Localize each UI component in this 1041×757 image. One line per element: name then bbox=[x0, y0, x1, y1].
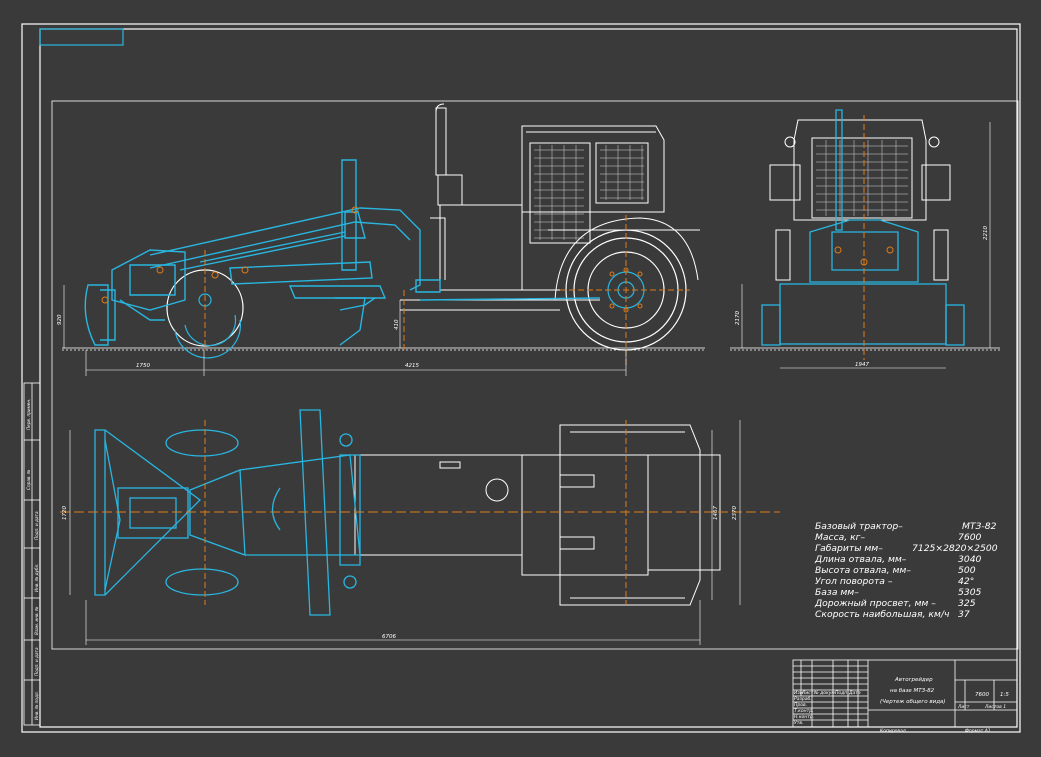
strip-text-4: Инв. № дубл. bbox=[34, 563, 39, 592]
dim-side-blade-height: 920 bbox=[57, 314, 63, 325]
tb-row-label: № докум. bbox=[813, 690, 836, 696]
tb-row-label: Пров. bbox=[794, 702, 807, 708]
spec-value: 42° bbox=[958, 576, 974, 587]
spec-label: База мм– bbox=[815, 587, 859, 598]
spec-table: Базовый трактор– МТЗ-82 Масса, кг– 7600 … bbox=[814, 521, 998, 620]
title-line-3: (Чертеж общего вида) bbox=[880, 699, 946, 705]
title-line-2: на базе МТЗ-82 bbox=[890, 688, 935, 694]
title-sheet-label: Лист bbox=[957, 704, 970, 710]
dim-plan-track: 1467 bbox=[713, 506, 719, 520]
spec-row: Дорожный просвет, мм – 325 bbox=[814, 598, 976, 609]
strip-text-3: Подп. и дата bbox=[34, 511, 39, 540]
strip-text-2: Справ. № bbox=[26, 469, 31, 490]
title-mass: 7600 bbox=[975, 692, 989, 698]
title-format-label: Формат А1 bbox=[965, 728, 991, 734]
title-line-1: Автогрейдер bbox=[894, 677, 933, 683]
spec-row: Масса, кг– 7600 bbox=[815, 532, 982, 543]
dim-side-main: 4215 bbox=[405, 363, 419, 369]
spec-label: Дорожный просвет, мм – bbox=[814, 598, 936, 609]
dim-front-height: 2170 bbox=[735, 311, 741, 325]
dim-plan-overall-width: 2370 bbox=[732, 506, 738, 520]
dim-front-total: 2210 bbox=[983, 226, 989, 240]
spec-value: 7600 bbox=[958, 532, 982, 543]
plan-view: 1720 1467 2370 6706 bbox=[60, 409, 780, 645]
tb-row-label: Дата bbox=[848, 690, 861, 696]
tb-row-label: Лист bbox=[801, 690, 814, 696]
spec-value: 500 bbox=[958, 565, 976, 576]
spec-label: Масса, кг– bbox=[815, 532, 866, 543]
spec-label: Высота отвала, мм– bbox=[815, 565, 911, 576]
technical-drawing: Перв. примен. Справ. № Подп. и дата Инв.… bbox=[21, 23, 1021, 734]
spec-row: Габариты мм– 7125×2820×2500 bbox=[815, 543, 998, 554]
tb-row-label: Утв. bbox=[794, 720, 803, 726]
spec-row: Длина отвала, мм– 3040 bbox=[814, 554, 982, 565]
strip-text-7: Инв. № подл. bbox=[34, 691, 39, 720]
spec-value: 5305 bbox=[958, 587, 982, 598]
spec-value: 325 bbox=[958, 598, 976, 609]
strip-text-5: Взам. инв. № bbox=[34, 606, 39, 635]
dim-side-left: 1750 bbox=[136, 363, 150, 369]
spec-value: 37 bbox=[958, 609, 970, 620]
spec-value: 7125×2820×2500 bbox=[912, 543, 998, 554]
tb-row-label: Н.контр. bbox=[794, 714, 814, 720]
front-view: 2170 2210 1947 bbox=[730, 109, 1000, 369]
dim-side-blade: 410 bbox=[394, 319, 400, 330]
spec-label: Габариты мм– bbox=[815, 543, 883, 554]
spec-label: Длина отвала, мм– bbox=[814, 554, 907, 565]
spec-row: Скорость наибольшая, км/ч 37 bbox=[815, 609, 970, 620]
title-sheets-label: Листов 1 bbox=[984, 704, 1006, 710]
dim-plan-total-length: 6706 bbox=[382, 634, 396, 640]
strip-text-1: Перв. примен. bbox=[26, 399, 31, 430]
spec-label: Угол поворота – bbox=[815, 576, 893, 587]
spec-row: Высота отвала, мм– 500 bbox=[815, 565, 976, 576]
spec-value: МТЗ-82 bbox=[962, 521, 997, 532]
tb-row-label: Подп. bbox=[835, 690, 849, 696]
spec-label: Скорость наибольшая, км/ч bbox=[815, 609, 950, 620]
tb-row-label: Т.контр. bbox=[794, 708, 814, 714]
strip-text-6: Подп. и дата bbox=[34, 647, 39, 676]
dim-front-width: 1947 bbox=[855, 362, 869, 368]
spec-row: Угол поворота – 42° bbox=[815, 576, 974, 587]
side-view: 920 1750 4215 410 bbox=[57, 103, 705, 376]
title-copy-label: Копировал bbox=[880, 728, 906, 734]
drawing-canvas: Перв. примен. Справ. № Подп. и дата Инв.… bbox=[0, 0, 1041, 753]
title-scale: 1:5 bbox=[1000, 692, 1009, 698]
spec-row: База мм– 5305 bbox=[815, 587, 982, 598]
sheet-frame bbox=[21, 23, 1021, 733]
tb-row-label: Разраб. bbox=[794, 696, 812, 702]
spec-label: Базовый трактор– bbox=[815, 521, 903, 532]
spec-value: 3040 bbox=[958, 554, 982, 565]
spec-row: Базовый трактор– МТЗ-82 bbox=[815, 521, 997, 532]
dim-plan-left-width: 1720 bbox=[62, 506, 68, 520]
